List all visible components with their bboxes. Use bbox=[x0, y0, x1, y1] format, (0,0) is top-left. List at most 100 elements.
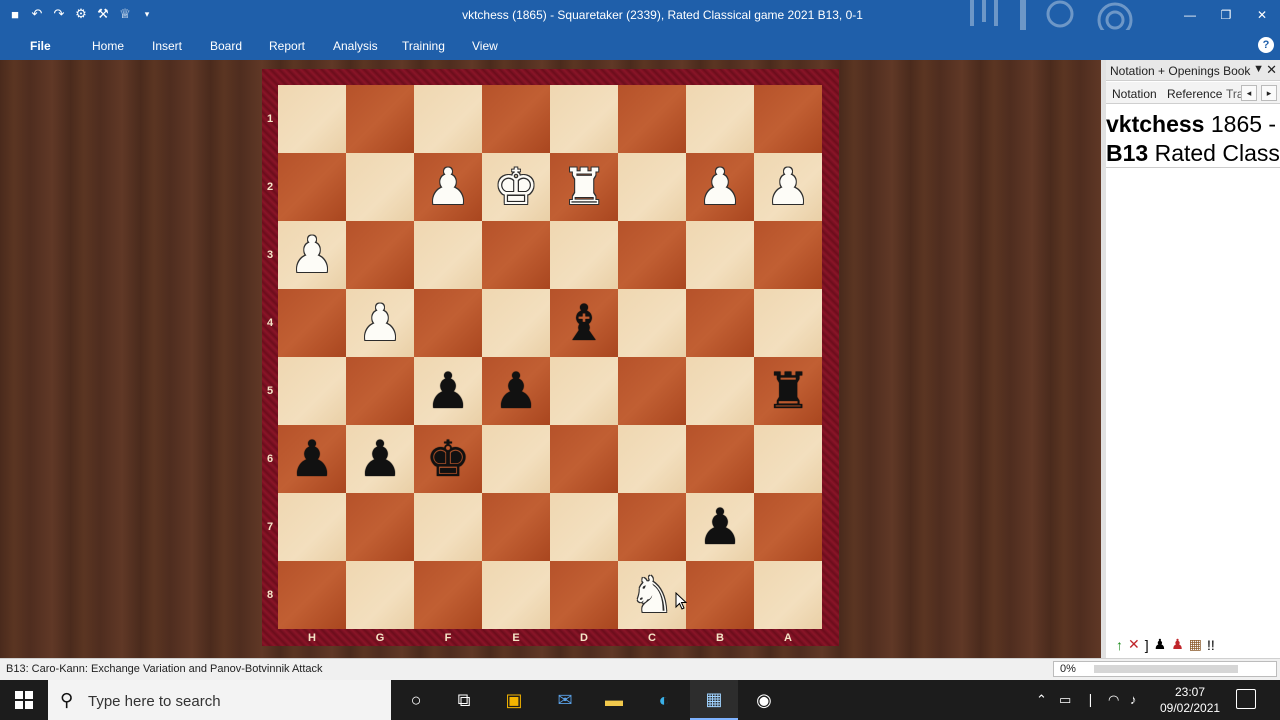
white-pawn-piece[interactable]: ♟ bbox=[290, 230, 335, 280]
tab-scroll-right-icon[interactable]: ▸ bbox=[1261, 85, 1277, 101]
board-square[interactable] bbox=[278, 153, 346, 221]
board-square[interactable] bbox=[278, 357, 346, 425]
mail-icon[interactable]: ✉ bbox=[541, 680, 589, 720]
white-pawn-piece[interactable]: ♟ bbox=[426, 162, 471, 212]
chessbase-app-icon[interactable]: ▦ bbox=[690, 680, 738, 720]
board-square[interactable] bbox=[686, 561, 754, 629]
board-square[interactable] bbox=[618, 425, 686, 493]
board-square[interactable] bbox=[686, 221, 754, 289]
black-pawn-piece[interactable]: ♟ bbox=[290, 434, 335, 484]
board-square[interactable] bbox=[754, 221, 822, 289]
black-pawn-piece[interactable]: ♟ bbox=[426, 366, 471, 416]
board-square[interactable] bbox=[618, 493, 686, 561]
tab-board[interactable]: Board bbox=[210, 39, 242, 53]
board-square[interactable]: ♟ bbox=[278, 425, 346, 493]
board-square[interactable] bbox=[550, 221, 618, 289]
panel-menu-dropdown-icon[interactable]: ▼ bbox=[1253, 63, 1264, 75]
board-square[interactable] bbox=[686, 425, 754, 493]
black-rook-piece[interactable]: ♜ bbox=[766, 366, 811, 416]
tab-report[interactable]: Report bbox=[269, 39, 305, 53]
board-square[interactable] bbox=[754, 289, 822, 357]
board-square[interactable]: ♚ bbox=[482, 153, 550, 221]
board-square[interactable]: ♟ bbox=[754, 153, 822, 221]
board-square[interactable] bbox=[482, 493, 550, 561]
bracket-icon[interactable]: ] bbox=[1145, 637, 1149, 653]
board-square[interactable]: ♝ bbox=[550, 289, 618, 357]
board-square[interactable] bbox=[686, 357, 754, 425]
board-square[interactable] bbox=[550, 85, 618, 153]
board-square[interactable] bbox=[618, 289, 686, 357]
tab-analysis[interactable]: Analysis bbox=[333, 39, 378, 53]
task-view-icon[interactable]: ⧉ bbox=[440, 680, 488, 720]
board-square[interactable]: ♟ bbox=[346, 289, 414, 357]
board-icon[interactable]: ▦ bbox=[1189, 636, 1202, 653]
annotation-icon[interactable]: !! bbox=[1207, 637, 1215, 653]
cortana-icon[interactable]: ○ bbox=[392, 680, 440, 720]
board-square[interactable] bbox=[346, 357, 414, 425]
board-square[interactable] bbox=[482, 425, 550, 493]
chess-board[interactable]: ♟ ♚ ♜ ♟ ♟ ♟ ♟ ♝ ♟ ♟ ♜ ♟ ♟ ♚ ♟ ♞ bbox=[278, 85, 822, 629]
board-square[interactable] bbox=[414, 221, 482, 289]
board-square[interactable] bbox=[550, 425, 618, 493]
tab-scroll-left-icon[interactable]: ◂ bbox=[1241, 85, 1257, 101]
board-square[interactable] bbox=[482, 85, 550, 153]
board-square[interactable]: ♚ bbox=[414, 425, 482, 493]
battery-icon[interactable]: ▭ bbox=[1059, 692, 1071, 708]
board-square[interactable] bbox=[618, 85, 686, 153]
board-square[interactable] bbox=[754, 85, 822, 153]
start-button[interactable] bbox=[0, 680, 48, 720]
taskbar-search-box[interactable]: ⚲ Type here to search bbox=[48, 680, 391, 720]
notification-center-icon[interactable] bbox=[1236, 689, 1256, 709]
file-explorer-icon[interactable]: ▬ bbox=[590, 680, 638, 720]
board-square[interactable] bbox=[754, 561, 822, 629]
edge-browser-icon[interactable]: ◐ bbox=[640, 680, 688, 720]
board-square[interactable] bbox=[482, 561, 550, 629]
delete-variation-icon[interactable]: ✕ bbox=[1128, 636, 1140, 653]
piece-icon[interactable]: ♟ bbox=[1154, 636, 1167, 653]
board-square[interactable] bbox=[550, 561, 618, 629]
close-button[interactable]: ✕ bbox=[1244, 0, 1280, 30]
board-square[interactable] bbox=[346, 85, 414, 153]
board-square[interactable] bbox=[346, 153, 414, 221]
tab-file[interactable]: File bbox=[30, 39, 51, 53]
board-square[interactable]: ♜ bbox=[550, 153, 618, 221]
white-king-piece[interactable]: ♚ bbox=[494, 162, 539, 212]
board-square[interactable] bbox=[754, 425, 822, 493]
tab-notation[interactable]: Notation bbox=[1112, 87, 1157, 101]
red-piece-icon[interactable]: ♟ bbox=[1171, 636, 1184, 653]
board-square[interactable]: ♟ bbox=[414, 153, 482, 221]
white-pawn-piece[interactable]: ♟ bbox=[766, 162, 811, 212]
store-icon[interactable]: ▣ bbox=[490, 680, 538, 720]
white-pawn-piece[interactable]: ♟ bbox=[358, 298, 403, 348]
board-square[interactable]: ♟ bbox=[346, 425, 414, 493]
tab-training[interactable]: Training bbox=[402, 39, 445, 53]
board-square[interactable] bbox=[414, 85, 482, 153]
board-square[interactable] bbox=[346, 493, 414, 561]
board-square[interactable] bbox=[550, 357, 618, 425]
show-hidden-icons-icon[interactable]: ⌃ bbox=[1036, 692, 1047, 708]
board-square[interactable]: ♜ bbox=[754, 357, 822, 425]
board-square[interactable] bbox=[754, 493, 822, 561]
board-square[interactable]: ♟ bbox=[482, 357, 550, 425]
tab-reference[interactable]: Reference bbox=[1167, 87, 1222, 101]
black-bishop-piece[interactable]: ♝ bbox=[562, 298, 607, 348]
microphone-icon[interactable]: ❘ bbox=[1085, 692, 1096, 708]
black-pawn-piece[interactable]: ♟ bbox=[358, 434, 403, 484]
obs-icon[interactable]: ◉ bbox=[740, 680, 788, 720]
board-square[interactable]: ♟ bbox=[686, 493, 754, 561]
board-square[interactable]: ♟ bbox=[414, 357, 482, 425]
white-knight-piece[interactable]: ♞ bbox=[630, 570, 675, 620]
board-square[interactable] bbox=[346, 221, 414, 289]
board-square[interactable] bbox=[618, 153, 686, 221]
board-square[interactable] bbox=[686, 289, 754, 357]
black-king-piece[interactable]: ♚ bbox=[426, 434, 471, 484]
black-pawn-piece[interactable]: ♟ bbox=[698, 502, 743, 552]
panel-close-icon[interactable]: ✕ bbox=[1266, 62, 1277, 78]
promote-variation-icon[interactable]: ↑ bbox=[1116, 637, 1123, 653]
board-square[interactable] bbox=[414, 289, 482, 357]
tab-insert[interactable]: Insert bbox=[152, 39, 182, 53]
tab-home[interactable]: Home bbox=[92, 39, 124, 53]
black-pawn-piece[interactable]: ♟ bbox=[494, 366, 539, 416]
board-square[interactable] bbox=[482, 221, 550, 289]
board-square[interactable] bbox=[550, 493, 618, 561]
